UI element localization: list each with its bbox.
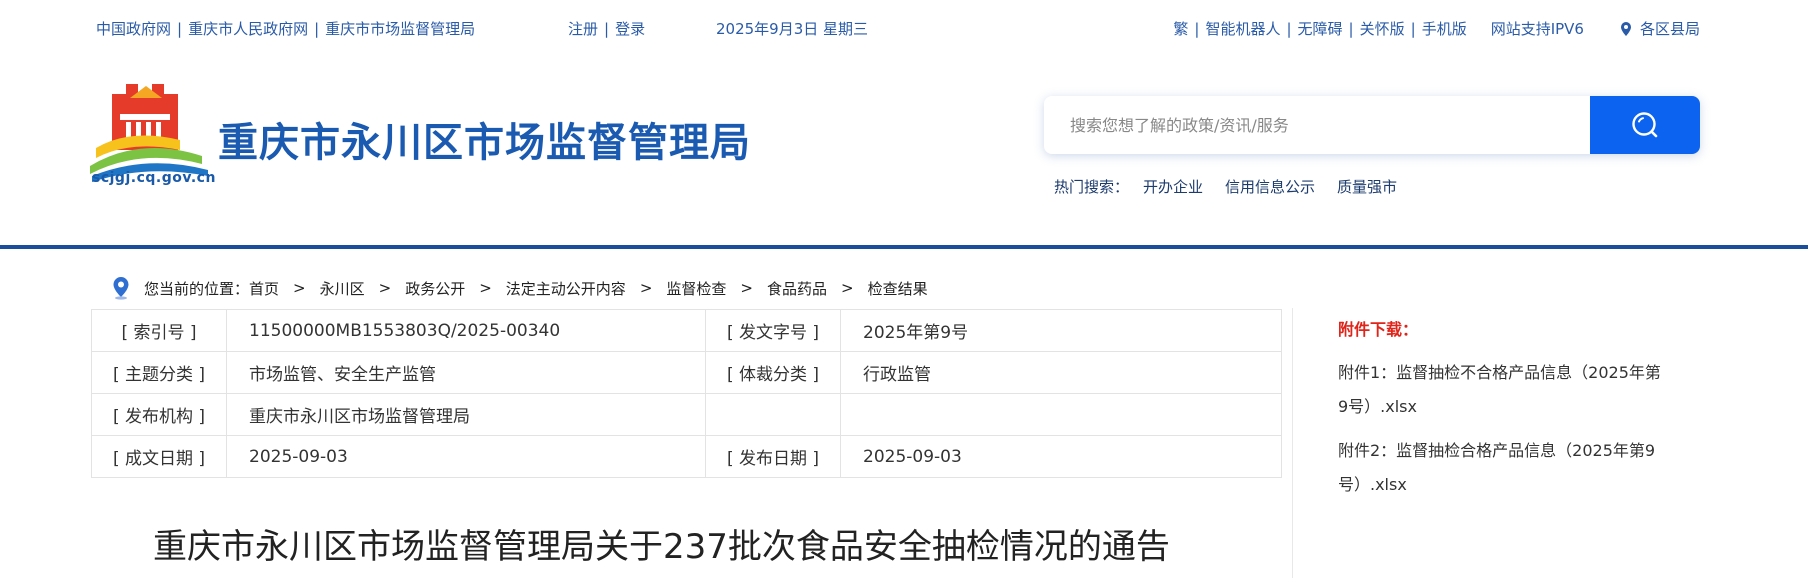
- breadcrumb-separator: >: [378, 279, 392, 297]
- top-links-right: 繁 | 智能机器人 | 无障碍 | 关怀版 | 手机版 网站支持IPV6 各区县…: [1173, 18, 1700, 39]
- written-date-label: [ 成文日期 ]: [91, 435, 227, 478]
- genre-label: [ 体裁分类 ]: [705, 351, 841, 394]
- table-row: [ 发布机构 ] 重庆市永川区市场监督管理局: [91, 393, 1282, 436]
- doc-number-value: 2025年第9号: [840, 309, 1282, 352]
- empty-cell: [705, 393, 841, 436]
- link-cq-gov[interactable]: 重庆市人民政府网: [188, 18, 308, 39]
- index-value: 11500000MB1553803Q/2025-00340: [226, 309, 706, 352]
- hot-search-item[interactable]: 信用信息公示: [1225, 176, 1315, 197]
- search-icon: [1632, 112, 1658, 138]
- breadcrumb-separator: >: [639, 279, 653, 297]
- breadcrumb-separator: >: [479, 279, 492, 297]
- separator: |: [314, 19, 320, 38]
- link-gov-cn[interactable]: 中国政府网: [96, 18, 171, 39]
- location-pin-icon: [1620, 21, 1631, 36]
- hot-searches: 热门搜索： 开办企业 信用信息公示 质量强市: [1054, 176, 1419, 197]
- breadcrumb-item[interactable]: 监督检查: [666, 278, 726, 299]
- auth-links: 注册 | 登录: [568, 18, 645, 39]
- header-divider: [0, 245, 1808, 249]
- publisher-value: 重庆市永川区市场监督管理局: [226, 393, 706, 436]
- location-pin-icon: [113, 277, 129, 300]
- table-row: [ 成文日期 ] 2025-09-03 [ 发布日期 ] 2025-09-03: [91, 435, 1282, 478]
- separator: |: [604, 19, 610, 38]
- top-links-left: 中国政府网 | 重庆市人民政府网 | 重庆市市场监督管理局: [96, 18, 475, 39]
- breadcrumb-item[interactable]: 法定主动公开内容: [506, 278, 626, 299]
- publish-date-label: [ 发布日期 ]: [705, 435, 841, 478]
- publish-date-value: 2025-09-03: [840, 435, 1282, 478]
- search-input[interactable]: [1044, 96, 1584, 154]
- current-date: 2025年9月3日 星期三: [716, 20, 869, 38]
- sidebar-divider: [1292, 308, 1293, 578]
- attachments-title: 附件下载：: [1338, 320, 1419, 339]
- mobile-link[interactable]: 手机版: [1422, 18, 1467, 39]
- article-title: 重庆市永川区市场监督管理局关于237批次食品安全抽检情况的通告: [153, 527, 1170, 567]
- info-table: [ 索引号 ] 11500000MB1553803Q/2025-00340 [ …: [91, 309, 1282, 478]
- written-date-value: 2025-09-03: [226, 435, 706, 478]
- search-button[interactable]: [1590, 96, 1700, 154]
- hot-search-item[interactable]: 开办企业: [1143, 176, 1203, 197]
- robot-link[interactable]: 智能机器人: [1205, 18, 1280, 39]
- top-bar: 中国政府网 | 重庆市人民政府网 | 重庆市市场监督管理局 注册 | 登录 20…: [0, 0, 1808, 56]
- index-label: [ 索引号 ]: [91, 309, 227, 352]
- search-box: [1044, 96, 1700, 154]
- site-title[interactable]: 重庆市永川区市场监督管理局: [218, 110, 751, 168]
- hot-search-label: 热门搜索：: [1054, 178, 1130, 196]
- genre-value: 行政监管: [840, 351, 1282, 394]
- traditional-chinese-link[interactable]: 繁: [1173, 18, 1188, 39]
- region-label: 各区县局: [1639, 20, 1700, 38]
- separator: |: [177, 19, 183, 38]
- care-mode-link[interactable]: 关怀版: [1360, 18, 1405, 39]
- separator: |: [1194, 19, 1200, 38]
- breadcrumb-separator: >: [841, 279, 854, 297]
- publisher-label: [ 发布机构 ]: [91, 393, 227, 436]
- breadcrumb-separator: >: [293, 279, 306, 297]
- breadcrumb-item[interactable]: 食品药品: [767, 278, 827, 299]
- topic-label: [ 主题分类 ]: [91, 351, 227, 394]
- attachments-list: 附件1：监督抽检不合格产品信息（2025年第9号）.xlsx 附件2：监督抽检合…: [1338, 356, 1668, 512]
- attachment-link[interactable]: 附件2：监督抽检合格产品信息（2025年第9号）.xlsx: [1338, 434, 1668, 502]
- empty-cell: [840, 393, 1282, 436]
- ipv6-badge: 网站支持IPV6: [1490, 20, 1584, 38]
- link-cq-scjgj[interactable]: 重庆市市场监督管理局: [325, 18, 475, 39]
- table-row: [ 主题分类 ] 市场监管、安全生产监管 [ 体裁分类 ] 行政监管: [91, 351, 1282, 394]
- attachment-link[interactable]: 附件1：监督抽检不合格产品信息（2025年第9号）.xlsx: [1338, 356, 1668, 424]
- separator: |: [1410, 19, 1416, 38]
- breadcrumb-home[interactable]: 首页: [249, 278, 279, 299]
- separator: |: [1286, 19, 1292, 38]
- breadcrumb-item[interactable]: 检查结果: [868, 278, 928, 299]
- logo-url: scjgj.cq.gov.cn: [92, 170, 216, 186]
- breadcrumb-item[interactable]: 永川区: [320, 278, 365, 299]
- separator: |: [1348, 19, 1354, 38]
- breadcrumb: 您当前的位置： 首页 > 永川区 > 政务公开 > 法定主动公开内容 > 监督检…: [110, 276, 928, 300]
- breadcrumb-item[interactable]: 政务公开: [405, 278, 465, 299]
- table-row: [ 索引号 ] 11500000MB1553803Q/2025-00340 [ …: [91, 309, 1282, 352]
- hot-search-item[interactable]: 质量强市: [1337, 176, 1397, 197]
- region-link[interactable]: 各区县局: [1618, 18, 1700, 39]
- doc-number-label: [ 发文字号 ]: [705, 309, 841, 352]
- register-link[interactable]: 注册: [568, 18, 598, 39]
- login-link[interactable]: 登录: [615, 18, 645, 39]
- topic-value: 市场监管、安全生产监管: [226, 351, 706, 394]
- breadcrumb-prefix: 您当前的位置：: [144, 279, 250, 298]
- breadcrumb-separator: >: [740, 279, 753, 297]
- accessibility-link[interactable]: 无障碍: [1298, 18, 1343, 39]
